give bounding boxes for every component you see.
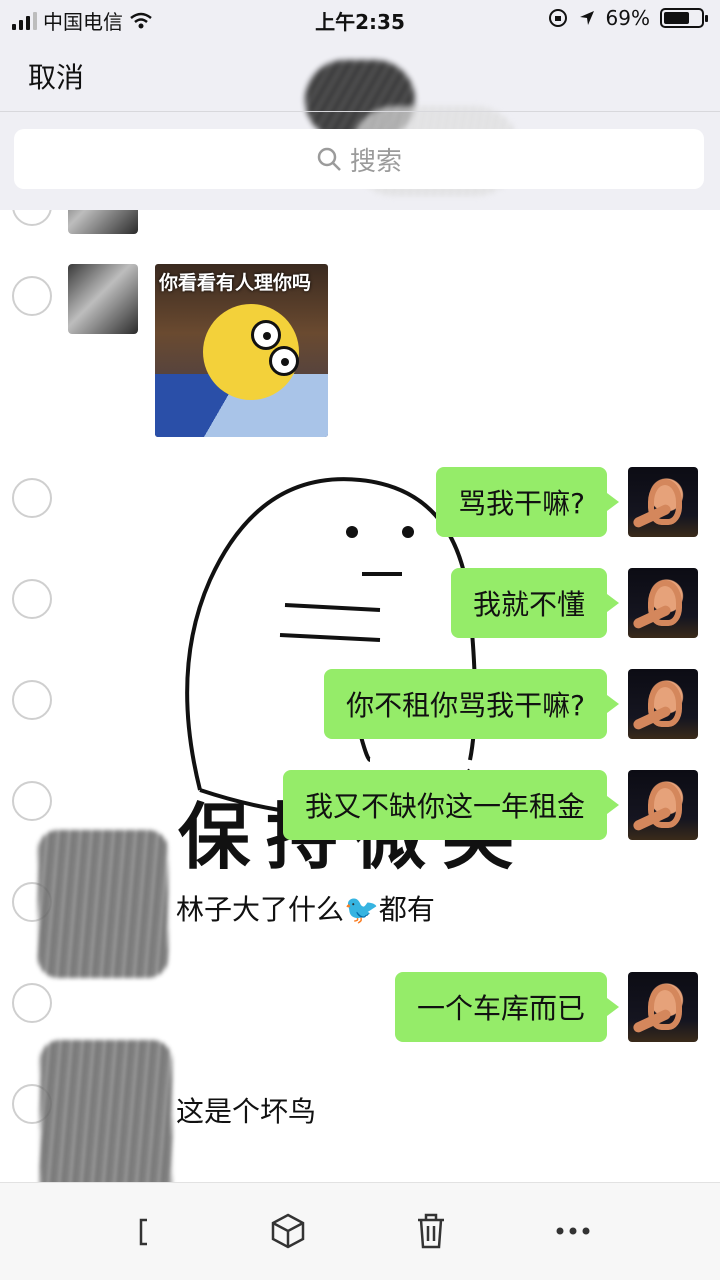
sticker-eye: [251, 320, 281, 350]
message-text: 都有: [378, 893, 435, 926]
my-avatar[interactable]: [628, 770, 698, 840]
redacted-avatar[interactable]: [40, 1040, 172, 1182]
top-area: 中国电信 上午2:35 69% 取消 搜索: [0, 0, 720, 210]
sticker-eye: [269, 346, 299, 376]
redacted-avatar[interactable]: [38, 830, 168, 978]
search-placeholder: 搜索: [349, 146, 402, 177]
delete-icon[interactable]: [411, 1211, 451, 1251]
my-avatar[interactable]: [628, 467, 698, 537]
select-radio[interactable]: [12, 983, 52, 1023]
battery-percent: 69%: [605, 6, 650, 30]
select-radio[interactable]: [12, 478, 52, 518]
select-radio[interactable]: [12, 680, 52, 720]
search-icon: [317, 147, 341, 171]
my-avatar[interactable]: [628, 568, 698, 638]
sticker-caption: 你看看有人理你吗: [159, 272, 312, 294]
message-bubble-sent[interactable]: 我就不懂: [450, 568, 620, 638]
my-avatar[interactable]: [628, 972, 698, 1042]
message-text-received[interactable]: 这是个坏鸟: [176, 1090, 316, 1130]
avatar[interactable]: [68, 210, 138, 234]
select-radio[interactable]: [12, 276, 52, 316]
nav-bar: 取消: [0, 36, 720, 196]
message-bubble-sent[interactable]: 骂我干嘛?: [436, 467, 619, 537]
message-bubble-sent[interactable]: 你不租你骂我干嘛?: [324, 669, 619, 739]
avatar[interactable]: [68, 264, 138, 334]
cancel-button[interactable]: 取消: [28, 56, 84, 96]
rotation-lock-icon: [548, 9, 567, 27]
location-icon: [579, 11, 594, 25]
action-toolbar: [0, 1182, 720, 1280]
message-text: 林子大了什么: [176, 893, 345, 926]
select-radio[interactable]: [12, 781, 52, 821]
battery-icon: [660, 8, 708, 28]
forward-icon[interactable]: [132, 1211, 172, 1251]
message-bubble-sent[interactable]: 一个车库而已: [394, 972, 620, 1042]
message-text-received[interactable]: 林子大了什么🐦都有: [176, 888, 435, 928]
search-input[interactable]: 搜索: [14, 129, 704, 189]
select-radio[interactable]: [12, 579, 52, 619]
status-bar: 中国电信 上午2:35 69%: [0, 0, 720, 36]
more-icon[interactable]: [553, 1211, 593, 1251]
message-bubble-sent[interactable]: 我又不缺你这一年租金: [282, 770, 620, 840]
sticker-image[interactable]: 你看看有人理你吗: [155, 264, 328, 437]
select-radio[interactable]: [12, 210, 52, 226]
my-avatar[interactable]: [628, 669, 698, 739]
battery-fill: [664, 12, 689, 24]
bird-emoji-icon: 🐦: [344, 893, 379, 926]
nav-divider: [0, 111, 720, 112]
favorite-box-icon[interactable]: [268, 1211, 308, 1251]
chat-list[interactable]: 你看看有人理你吗 保持微笑 骂我干嘛? 我就不懂 你不租你骂我干嘛? 我又不缺你…: [0, 210, 720, 1182]
